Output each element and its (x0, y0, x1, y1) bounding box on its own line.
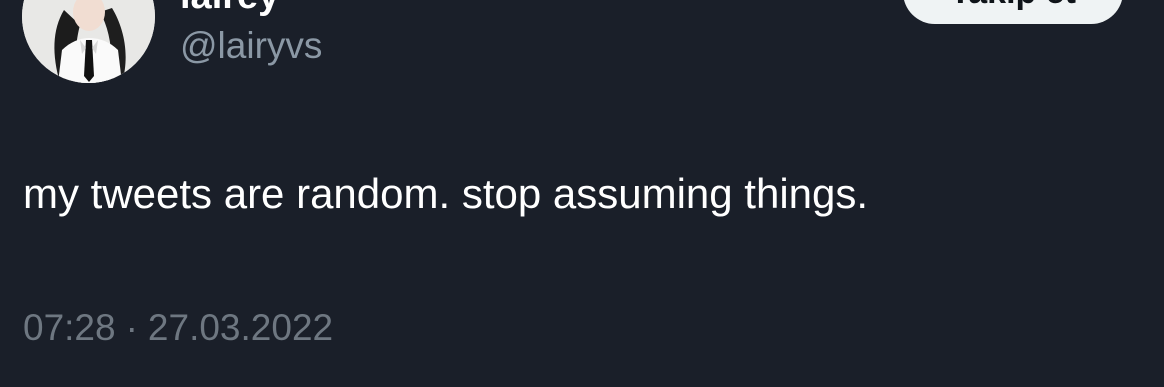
display-name[interactable]: lairey (180, 0, 279, 16)
tweet-text: my tweets are random. stop assuming thin… (23, 170, 869, 217)
meta-separator: · (125, 307, 138, 348)
tweet-time[interactable]: 07:28 (23, 305, 116, 351)
follow-button[interactable]: Takip et (903, 0, 1123, 24)
tweet-card: lairey @lairyvs Takip et my tweets are r… (0, 0, 1164, 387)
user-avatar[interactable] (22, 0, 155, 83)
avatar-photo (22, 0, 155, 83)
tweet-timestamp[interactable]: 07:28 · 27.03.2022 (23, 305, 333, 351)
user-handle[interactable]: @lairyvs (180, 25, 322, 67)
tweet-date[interactable]: 27.03.2022 (148, 305, 333, 351)
